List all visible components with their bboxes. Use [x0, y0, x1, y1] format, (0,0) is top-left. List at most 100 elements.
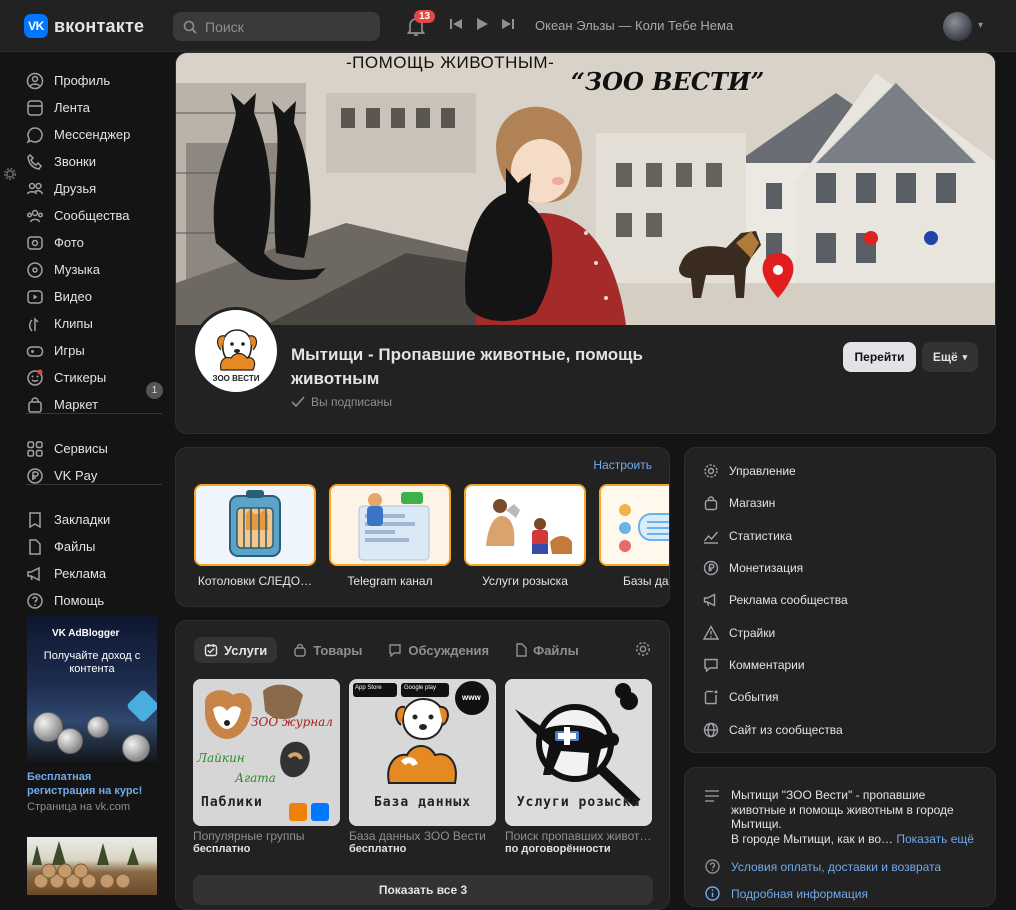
description-lines-icon — [705, 790, 719, 802]
tile-text: Лайкин — [197, 751, 245, 765]
tab-services[interactable]: Услуги — [194, 637, 278, 663]
sidebar-item-help[interactable]: Помощь — [26, 587, 166, 614]
vk-logo[interactable]: VK вконтакте — [24, 14, 144, 38]
group-header-card: -ПОМОЩЬ ЖИВОТНЫМ- “ЗОО ВЕСТИ” ЗОО ВЕСТИ … — [175, 52, 996, 434]
profile-icon — [26, 72, 44, 90]
service-name[interactable]: Популярные группы — [193, 829, 343, 843]
play-icon[interactable] — [476, 18, 488, 30]
management-item-comment[interactable]: Комментарии — [703, 654, 805, 676]
sidebar-divider — [26, 484, 162, 485]
sidebar-item-messenger[interactable]: Мессенджер — [26, 121, 166, 148]
link-tile[interactable] — [194, 484, 316, 566]
sidebar-item-label: Клипы — [54, 316, 93, 331]
ad-link[interactable]: Бесплатная регистрация на курс! — [27, 770, 157, 798]
subscribed-label: Вы подписаны — [311, 395, 392, 409]
link-caption[interactable]: Базы дан — [599, 574, 669, 588]
show-all-services-button[interactable]: Показать все 3 — [193, 875, 653, 905]
more-button[interactable]: Ещё ▾ — [922, 342, 978, 372]
sidebar-item-photo[interactable]: Фото — [26, 229, 166, 256]
music-icon — [26, 261, 44, 279]
tile-caption: Услуги розыска — [516, 795, 641, 810]
sidebar-item-files[interactable]: Файлы — [26, 533, 166, 560]
sidebar-item-stickers[interactable]: Стикеры — [26, 364, 166, 391]
service-tile[interactable]: ЗОО журнал Лайкин Агата Паблики — [193, 679, 340, 826]
current-track-title[interactable]: Океан Эльзы — Коли Тебе Нема — [535, 18, 733, 33]
tab-label: Обсуждения — [408, 642, 490, 658]
sidebar-item-friends[interactable]: Друзья — [26, 175, 166, 202]
sidebar-item-services[interactable]: Сервисы — [26, 435, 166, 462]
notifications-badge: 13 — [414, 10, 436, 23]
communities-icon — [26, 207, 44, 225]
ad-image: VK AdBlogger Получайте доход с контента — [27, 616, 157, 766]
group-cover-image: -ПОМОЩЬ ЖИВОТНЫМ- “ЗОО ВЕСТИ” — [176, 53, 995, 325]
service-name[interactable]: Поиск пропавших живот… — [505, 829, 655, 843]
games-count-badge: 1 — [146, 382, 163, 399]
link-tile[interactable] — [329, 484, 451, 566]
sidebar-item-label: Маркет — [54, 397, 99, 412]
tab-goods[interactable]: Товары — [283, 637, 372, 663]
management-item-globe[interactable]: Сайт из сообщества — [703, 719, 843, 741]
sidebar-ad-image[interactable] — [27, 837, 157, 895]
chevron-down-icon[interactable]: ▾ — [978, 20, 983, 31]
next-track-icon[interactable] — [502, 18, 514, 30]
configure-link[interactable]: Настроить — [593, 458, 652, 472]
description-text-continued: В городе Мытищи, как и во… — [731, 831, 894, 846]
search-input[interactable]: Поиск — [173, 12, 380, 41]
sidebar-item-label: Файлы — [54, 539, 96, 554]
management-item-megaphone[interactable]: Реклама сообщества — [703, 589, 848, 611]
management-item-gear[interactable]: Управление — [703, 460, 796, 482]
link-tile[interactable] — [599, 484, 669, 566]
sidebar-item-music[interactable]: Музыка — [26, 256, 166, 283]
sidebar-item-phone[interactable]: Звонки — [26, 148, 166, 175]
sidebar-item-bookmarks[interactable]: Закладки — [26, 506, 166, 533]
go-button[interactable]: Перейти — [843, 342, 916, 372]
service-name[interactable]: База данных ЗОО Вести — [349, 829, 499, 843]
group-avatar[interactable]: ЗОО ВЕСТИ — [192, 307, 280, 395]
tile-caption: База данных — [373, 795, 472, 810]
ad-brand: VK AdBlogger — [52, 628, 120, 639]
previous-track-icon[interactable] — [450, 18, 462, 30]
sidebar-item-ads[interactable]: Реклама — [26, 560, 166, 587]
link-caption[interactable]: Telegram канал — [329, 574, 451, 588]
services-settings-gear-icon[interactable] — [635, 641, 651, 657]
show-more-link[interactable]: Показать ещё — [896, 832, 974, 846]
user-avatar[interactable] — [943, 12, 972, 41]
services-block: Услуги Товары Обсуждения Файлы ЗОО журна… — [175, 620, 670, 910]
audio-player-controls — [450, 18, 514, 30]
subscribed-status[interactable]: Вы подписаны — [291, 395, 392, 409]
sidebar-item-label: Звонки — [54, 154, 96, 169]
sidebar-item-label: Игры — [54, 343, 85, 358]
service-tile[interactable]: Услуги розыска — [505, 679, 652, 826]
search-placeholder: Поиск — [205, 18, 244, 35]
management-item-shop-bag[interactable]: Магазин — [703, 492, 775, 514]
tile-text: ЗОО журнал — [251, 715, 333, 729]
management-item-label: Сайт из сообщества — [729, 723, 843, 737]
link-caption[interactable]: Услуги розыска — [464, 574, 586, 588]
sidebar-item-label: Сервисы — [54, 441, 108, 456]
vk-logo-icon: VK — [24, 14, 48, 38]
tab-files[interactable]: Файлы — [505, 637, 589, 663]
feed-icon — [26, 99, 44, 117]
management-item-ruble[interactable]: Монетизация — [703, 557, 803, 579]
management-item-warning[interactable]: Страйки — [703, 622, 775, 644]
sidebar-item-feed[interactable]: Лента — [26, 94, 166, 121]
sidebar-item-clips[interactable]: Клипы — [26, 310, 166, 337]
tab-discussions[interactable]: Обсуждения — [378, 637, 499, 663]
sidebar-item-video[interactable]: Видео — [26, 283, 166, 310]
settings-gear-icon[interactable] — [4, 168, 16, 180]
management-item-stats[interactable]: Статистика — [703, 525, 792, 547]
payment-terms-link[interactable]: Условия оплаты, доставки и возврата — [731, 860, 941, 874]
service-tile[interactable]: App Store Google play www База данных — [349, 679, 496, 826]
sidebar-item-games[interactable]: Игры — [26, 337, 166, 364]
tab-label: Товары — [313, 642, 363, 658]
management-item-event[interactable]: События — [703, 686, 779, 708]
chevron-down-icon: ▾ — [962, 351, 968, 362]
management-item-label: Статистика — [729, 529, 793, 543]
details-link[interactable]: Подробная информация — [731, 887, 868, 901]
link-caption[interactable]: Котоловки СЛЕДО… — [194, 574, 316, 588]
service-price: бесплатно — [349, 843, 407, 855]
sidebar-item-profile[interactable]: Профиль — [26, 67, 166, 94]
link-tile[interactable] — [464, 484, 586, 566]
sidebar-ad[interactable]: VK AdBlogger Получайте доход с контента … — [27, 616, 157, 813]
sidebar-item-communities[interactable]: Сообщества — [26, 202, 166, 229]
